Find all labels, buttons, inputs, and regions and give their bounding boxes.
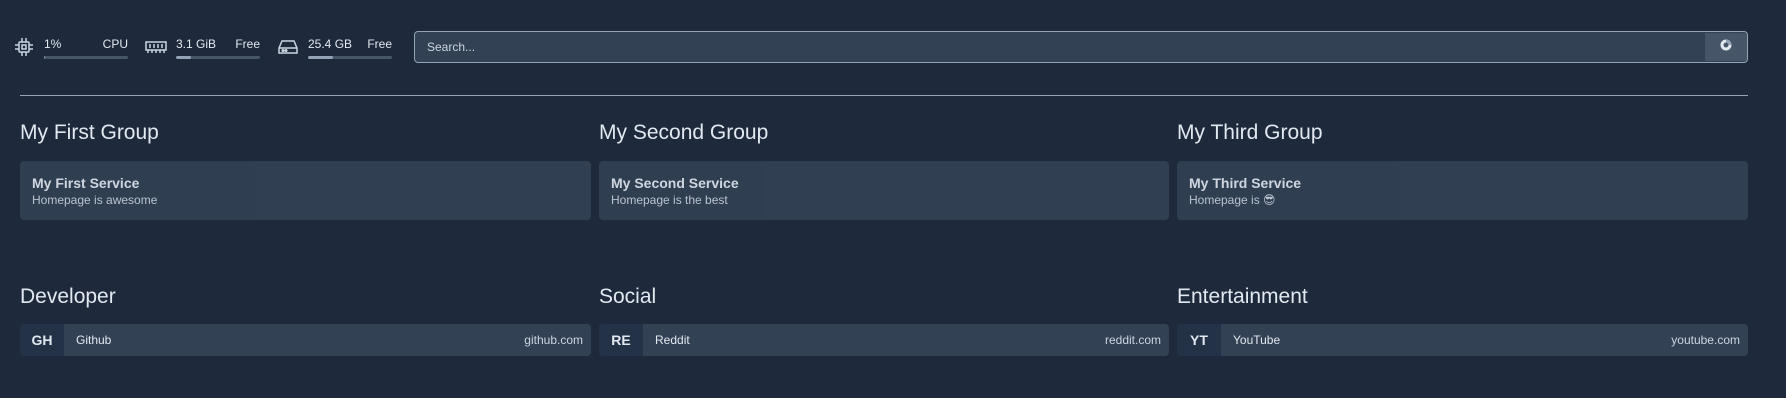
service-card[interactable]: My Third Service Homepage is 😎: [1177, 161, 1748, 220]
bookmark-abbreviation: RE: [599, 324, 643, 356]
memory-usage-bar: [176, 55, 260, 59]
bookmark-github[interactable]: GH Github github.com: [20, 324, 591, 356]
bookmark-url: reddit.com: [1104, 333, 1161, 347]
service-group-title: My Second Group: [599, 121, 769, 144]
cpu-widget: 1% CPU: [12, 35, 128, 59]
cpu-usage-bar: [44, 55, 128, 59]
disk-usage-bar: [308, 55, 392, 59]
cpu-value: 1%: [44, 36, 62, 51]
header-divider: [20, 95, 1748, 96]
memory-icon: [144, 35, 168, 59]
service-group-title: My First Group: [20, 121, 159, 144]
search-input[interactable]: Search...: [414, 31, 1748, 63]
cpu-usage-fill: [44, 55, 45, 59]
hard-drive-icon: [276, 35, 300, 59]
bookmark-name: Reddit: [655, 333, 690, 347]
search-provider-button[interactable]: [1705, 33, 1747, 61]
service-name: My Second Service: [611, 175, 739, 191]
bookmark-group-title: Entertainment: [1177, 285, 1308, 308]
disk-value: 25.4 GB: [308, 36, 353, 51]
bookmark-reddit[interactable]: RE Reddit reddit.com: [599, 324, 1169, 356]
bookmark-group-title: Social: [599, 285, 657, 308]
cpu-label: CPU: [102, 36, 128, 51]
disk-usage-fill: [308, 55, 334, 59]
service-name: My Third Service: [1189, 175, 1302, 191]
top-bar: 1% CPU 3.1 GiB Free 25.4 GB Free Search.…: [12, 30, 1748, 64]
memory-usage-fill: [176, 55, 192, 59]
bookmark-youtube[interactable]: YT YouTube youtube.com: [1177, 324, 1748, 356]
bookmark-name: YouTube: [1233, 333, 1281, 347]
bookmark-group-title: Developer: [20, 285, 116, 308]
disk-widget: 25.4 GB Free: [276, 35, 392, 59]
memory-label: Free: [235, 36, 260, 51]
service-card[interactable]: My Second Service Homepage is the best: [599, 161, 1169, 220]
service-name: My First Service: [32, 175, 140, 191]
service-description: Homepage is awesome: [32, 193, 158, 207]
bookmark-name: Github: [76, 333, 112, 347]
disk-label: Free: [367, 36, 392, 51]
bookmark-url: youtube.com: [1671, 333, 1740, 347]
bookmark-url: github.com: [524, 333, 583, 347]
bookmark-abbreviation: YT: [1177, 324, 1221, 356]
service-card[interactable]: My First Service Homepage is awesome: [20, 161, 591, 220]
service-description: Homepage is the best: [611, 193, 728, 207]
bookmark-abbreviation: GH: [20, 324, 64, 356]
search-placeholder: Search...: [427, 40, 476, 54]
search-provider-icon: [1720, 38, 1732, 56]
service-group-title: My Third Group: [1177, 121, 1323, 144]
memory-value: 3.1 GiB: [176, 36, 217, 51]
cpu-icon: [12, 35, 36, 59]
service-description: Homepage is 😎: [1189, 193, 1276, 207]
memory-widget: 3.1 GiB Free: [144, 35, 260, 59]
